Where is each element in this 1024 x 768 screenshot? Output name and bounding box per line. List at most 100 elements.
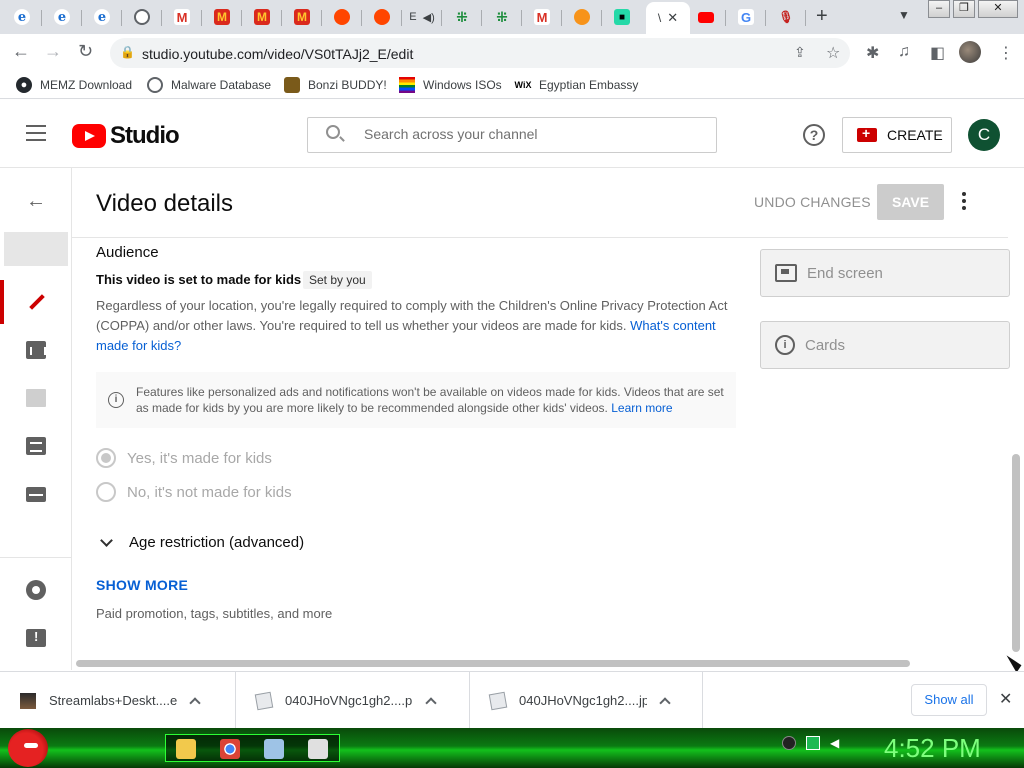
learn-more-link[interactable]: Learn more bbox=[611, 401, 672, 415]
help-icon[interactable]: ? bbox=[803, 124, 825, 146]
close-icon[interactable]: ✕ bbox=[999, 689, 1012, 709]
kebab-menu-icon[interactable]: ⋮ bbox=[998, 43, 1014, 63]
browser-tab[interactable]: ■ bbox=[602, 3, 642, 31]
browser-tab[interactable]: M bbox=[242, 3, 282, 31]
browser-tab[interactable]: G bbox=[726, 3, 766, 31]
tray-app-icon[interactable] bbox=[782, 736, 796, 750]
feedback-icon bbox=[26, 629, 46, 647]
address-bar[interactable]: 🔒 studio.youtube.com/video/VS0tTAJj2_E/e… bbox=[110, 38, 850, 68]
back-arrow-icon[interactable]: ← bbox=[26, 190, 46, 213]
browser-tab[interactable] bbox=[686, 3, 726, 31]
browser-tab[interactable]: e bbox=[42, 3, 82, 31]
bookmark-item[interactable]: ● MEMZ Download bbox=[16, 77, 132, 93]
save-button[interactable]: SAVE bbox=[877, 184, 944, 220]
bookmark-item[interactable]: Malware Database bbox=[147, 77, 271, 93]
taskbar-clock[interactable]: 4:52 PM bbox=[884, 733, 981, 764]
chevron-up-icon[interactable] bbox=[425, 696, 437, 709]
notepad-icon[interactable] bbox=[264, 739, 284, 759]
download-item[interactable]: Streamlabs+Deskt....exe bbox=[0, 672, 236, 729]
browser-tab[interactable]: e bbox=[2, 3, 42, 31]
chrome-icon[interactable] bbox=[220, 739, 240, 759]
nav-comments[interactable] bbox=[0, 424, 72, 468]
close-window-button[interactable]: ✕ bbox=[978, 0, 1018, 18]
bookmark-star-icon[interactable]: ☆ bbox=[826, 43, 840, 63]
restore-button[interactable]: ❐ bbox=[953, 0, 975, 18]
browser-tab[interactable] bbox=[322, 3, 362, 31]
nav-subtitles[interactable] bbox=[0, 472, 72, 516]
bookmark-item[interactable]: WiX Egyptian Embassy bbox=[515, 77, 639, 93]
browser-tab[interactable]: e bbox=[82, 3, 122, 31]
close-tab-icon[interactable]: ✕ bbox=[667, 10, 678, 26]
paint-icon[interactable] bbox=[308, 739, 328, 759]
nav-editor[interactable] bbox=[0, 376, 72, 420]
reddit-icon bbox=[334, 9, 350, 25]
new-tab-button[interactable]: + bbox=[816, 5, 828, 28]
search-input[interactable] bbox=[364, 126, 694, 142]
bonzi-icon bbox=[284, 77, 300, 93]
browser-tab[interactable]: M bbox=[522, 3, 562, 31]
more-options-icon[interactable] bbox=[958, 190, 970, 212]
download-item[interactable]: 040JHoVNgc1gh2....png bbox=[236, 672, 470, 729]
reload-icon[interactable]: ↻ bbox=[78, 41, 93, 62]
browser-tab[interactable]: M bbox=[282, 3, 322, 31]
tab-title: \ bbox=[657, 11, 662, 25]
create-video-icon bbox=[857, 125, 877, 142]
extensions-icon[interactable]: ✱ bbox=[866, 43, 879, 63]
grid-icon: ⁜ bbox=[456, 8, 468, 25]
browser-tab-active[interactable]: \ ✕ bbox=[646, 2, 690, 34]
show-all-downloads-button[interactable]: Show all bbox=[911, 684, 987, 716]
radio-made-for-kids-no[interactable]: No, it's not made for kids bbox=[96, 482, 292, 502]
browser-tab[interactable]: 🎙 bbox=[766, 3, 806, 31]
chevron-up-icon[interactable] bbox=[189, 696, 201, 709]
download-item[interactable]: 040JHoVNgc1gh2....jpg bbox=[470, 672, 703, 729]
horizontal-scrollbar[interactable] bbox=[76, 660, 910, 667]
youtube-studio-logo[interactable]: Studio bbox=[72, 122, 180, 150]
browser-tab[interactable] bbox=[122, 3, 162, 31]
channel-search-box[interactable] bbox=[307, 117, 717, 153]
radio-button[interactable] bbox=[96, 448, 116, 468]
age-restriction-toggle[interactable]: Age restriction (advanced) bbox=[100, 534, 304, 551]
start-button-angry-bird-icon[interactable] bbox=[8, 729, 48, 767]
taskbar-app-group bbox=[165, 734, 340, 762]
video-thumbnail[interactable] bbox=[4, 232, 68, 266]
browser-tab[interactable]: E ◀) bbox=[402, 3, 442, 31]
menu-icon[interactable] bbox=[26, 125, 46, 141]
browser-tab[interactable]: ⁜ bbox=[442, 3, 482, 31]
browser-tab[interactable]: ⁜ bbox=[482, 3, 522, 31]
nav-feedback[interactable] bbox=[0, 616, 72, 660]
github-icon: ● bbox=[16, 77, 32, 93]
search-icon bbox=[326, 125, 340, 139]
nav-analytics[interactable] bbox=[0, 328, 72, 372]
show-more-button[interactable]: SHOW MORE bbox=[96, 577, 188, 593]
chevron-up-icon[interactable] bbox=[659, 696, 671, 709]
share-icon[interactable]: ⇪ bbox=[794, 44, 806, 61]
browser-tab[interactable]: M bbox=[162, 3, 202, 31]
nav-details[interactable] bbox=[0, 280, 72, 324]
cards-card[interactable]: i Cards bbox=[760, 321, 1010, 369]
browser-tab[interactable]: M bbox=[202, 3, 242, 31]
volume-icon[interactable]: ◀ bbox=[830, 736, 844, 750]
back-arrow-icon[interactable]: ← bbox=[12, 41, 30, 62]
create-button[interactable]: CREATE bbox=[842, 117, 952, 153]
profile-avatar[interactable] bbox=[959, 41, 981, 63]
rainbow-icon bbox=[399, 77, 415, 93]
radio-made-for-kids-yes[interactable]: Yes, it's made for kids bbox=[96, 448, 272, 468]
vertical-scrollbar[interactable] bbox=[1012, 454, 1020, 652]
side-panel-icon[interactable]: ◧ bbox=[930, 43, 945, 63]
bookmark-item[interactable]: Bonzi BUDDY! bbox=[284, 77, 387, 93]
media-control-icon[interactable]: ♫ bbox=[898, 43, 910, 61]
minimize-button[interactable]: – bbox=[928, 0, 950, 18]
radio-button[interactable] bbox=[96, 482, 116, 502]
end-screen-card[interactable]: End screen bbox=[760, 249, 1010, 297]
url-text: studio.youtube.com/video/VS0tTAJj2_E/edi… bbox=[142, 46, 414, 62]
channel-avatar[interactable]: C bbox=[968, 119, 1000, 151]
browser-tab[interactable] bbox=[562, 3, 602, 31]
battery-icon[interactable] bbox=[806, 736, 820, 750]
chevron-down-icon[interactable]: ▼ bbox=[898, 8, 910, 22]
bookmark-item[interactable]: Windows ISOs bbox=[399, 77, 502, 93]
nav-settings[interactable] bbox=[0, 568, 72, 612]
undo-changes-button[interactable]: UNDO CHANGES bbox=[754, 194, 871, 210]
forward-arrow-icon[interactable]: → bbox=[44, 41, 62, 62]
browser-tab[interactable] bbox=[362, 3, 402, 31]
file-explorer-icon[interactable] bbox=[176, 739, 196, 759]
